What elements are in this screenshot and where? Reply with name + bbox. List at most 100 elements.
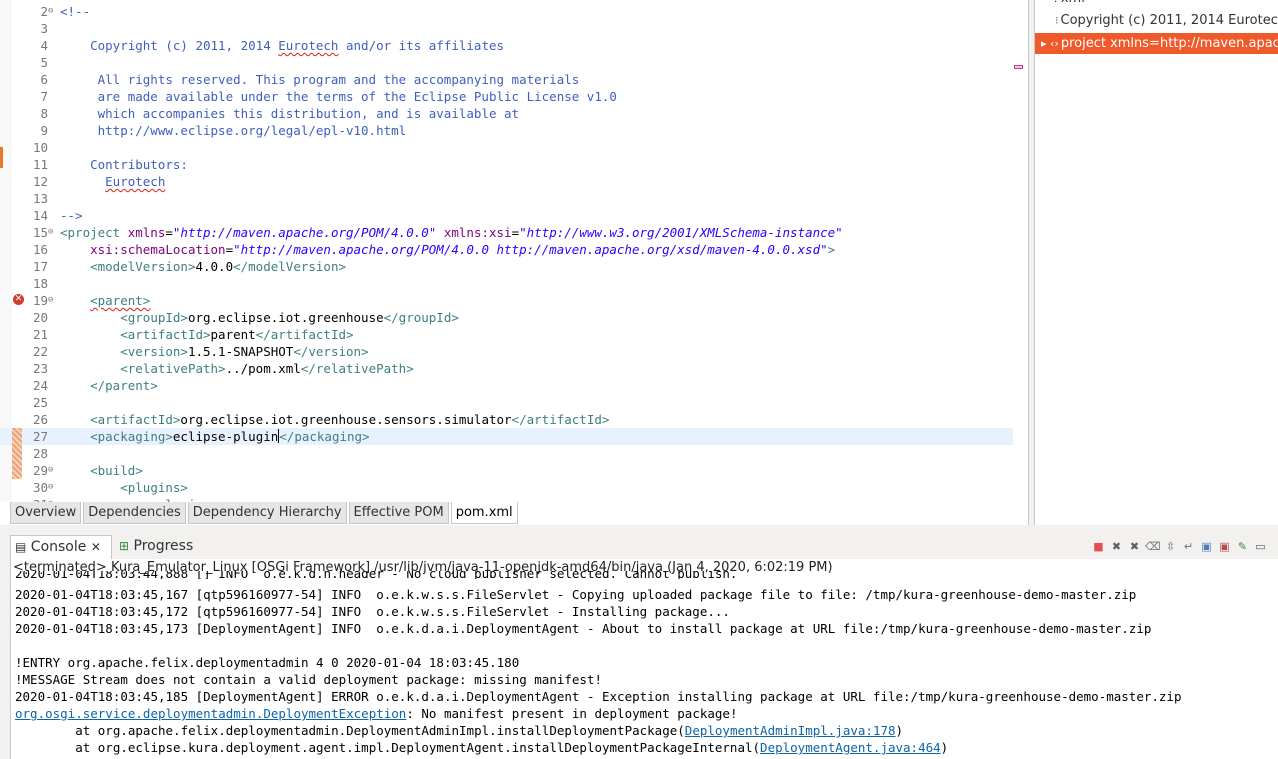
- scroll-lock-icon[interactable]: ⇳: [1163, 539, 1178, 554]
- code-text: <groupId>org.eclipse.iot.greenhouse</gro…: [60, 309, 459, 326]
- code-token: =: [511, 225, 520, 240]
- outline-item[interactable]: ⁝Copyright (c) 2011, 2014 Eurotech and/o…: [1035, 10, 1278, 31]
- overview-ruler-marker[interactable]: [1014, 65, 1023, 69]
- code-token: http://www.eclipse.org/legal/epl-v10.htm…: [60, 123, 407, 138]
- code-token: Eurotech: [105, 174, 166, 189]
- remove-all-launches-icon[interactable]: ✖: [1127, 539, 1142, 554]
- fold-toggle-icon[interactable]: ⊖: [48, 224, 56, 241]
- show-on-stderr-icon[interactable]: ▣: [1217, 539, 1232, 554]
- code-token: org.eclipse.iot.greenhouse.sensors.simul…: [180, 412, 512, 427]
- code-token: <project: [60, 225, 128, 240]
- tab-progress[interactable]: ⊞ Progress: [117, 535, 193, 559]
- code-token: 4.0.0: [195, 259, 234, 274]
- code-line: 7 are made available under the terms of …: [0, 88, 1013, 105]
- console-line: !MESSAGE Stream does not contain a valid…: [15, 671, 602, 688]
- code-token: <modelVersion>: [90, 259, 196, 274]
- fold-toggle-icon[interactable]: ⊖: [48, 479, 56, 496]
- code-line: 25: [0, 394, 1013, 411]
- code-token: </artifactId>: [255, 327, 354, 342]
- clear-console-icon[interactable]: ⌫: [1145, 539, 1161, 554]
- code-token: =: [165, 225, 173, 240]
- code-line: 4 Copyright (c) 2011, 2014 Eurotech and/…: [0, 37, 1013, 54]
- console-output[interactable]: <terminated> Kura_Emulator_Linux [OSGi F…: [10, 559, 1278, 759]
- terminate-icon[interactable]: ■: [1091, 539, 1106, 554]
- code-line: 2 ⊖ <!--: [0, 3, 1013, 20]
- line-number: 16: [32, 242, 48, 257]
- outline-item-partial[interactable]: ?xml: [1035, 0, 1278, 9]
- tab-effective-pom[interactable]: Effective POM: [348, 502, 449, 524]
- change-marker: [12, 462, 22, 479]
- line-number: 20: [32, 310, 48, 325]
- code-line: 13: [0, 190, 1013, 207]
- line-number: 25: [32, 395, 48, 410]
- remove-launch-icon[interactable]: ✖: [1109, 539, 1124, 554]
- code-line: 27 <packaging>eclipse-plugin</packaging>: [0, 428, 1013, 445]
- pom-editor: 2 ⊖ <!-- 3 4 Copyright (c) 2011, 2014 Eurote…: [0, 0, 1029, 525]
- word-wrap-icon[interactable]: ↵: [1181, 539, 1196, 554]
- code-token: and/or its affiliates: [338, 38, 505, 53]
- console-text: 2020-01-04T18:03:45,167 [qtp596160977-54…: [15, 587, 1137, 602]
- tab-pom-xml[interactable]: pom.xml: [450, 502, 518, 524]
- tab-console-label: Console: [30, 539, 87, 555]
- line-number: 18: [32, 276, 48, 291]
- code-line: 23 <relativePath>../pom.xml</relativePat…: [0, 360, 1013, 377]
- code-line: 8 which accompanies this distribution, a…: [0, 105, 1013, 122]
- line-number: 3: [40, 21, 48, 36]
- code-line: 22 <version>1.5.1-SNAPSHOT</version>: [0, 343, 1013, 360]
- code-line: 9 http://www.eclipse.org/legal/epl-v10.h…: [0, 122, 1013, 139]
- code-token: Copyright (c) 2011, 2014: [60, 38, 279, 53]
- console-line: at org.eclipse.kura.deployment.agent.imp…: [15, 739, 948, 756]
- code-text: <build>: [60, 462, 143, 479]
- code-token: <parent>: [90, 293, 151, 308]
- console-line: org.osgi.service.deploymentadmin.Deploym…: [15, 705, 737, 722]
- line-number: 6: [40, 72, 48, 87]
- code-line: 14 -->: [0, 207, 1013, 224]
- code-line: 12 Eurotech: [0, 173, 1013, 190]
- code-token: <groupId>: [120, 310, 188, 325]
- progress-icon: ⊞: [119, 539, 130, 553]
- code-text: <!--: [60, 3, 90, 20]
- code-token: xmlns: [127, 225, 166, 240]
- close-icon[interactable]: ✕: [91, 540, 101, 554]
- stacktrace-link[interactable]: org.osgi.service.deploymentadmin.Deploym…: [15, 706, 406, 721]
- tab-dependency-hierarchy[interactable]: Dependency Hierarchy: [187, 502, 347, 524]
- code-token: <packaging>: [90, 429, 173, 444]
- console-line: !ENTRY org.apache.felix.deploymentadmin …: [15, 654, 519, 671]
- console-text: : No manifest present in deployment pack…: [406, 706, 738, 721]
- show-on-stdout-icon[interactable]: ▣: [1199, 539, 1214, 554]
- line-number: 28: [32, 446, 48, 461]
- pin-console-icon[interactable]: ✎: [1235, 539, 1250, 554]
- source-editor[interactable]: 2 ⊖ <!-- 3 4 Copyright (c) 2011, 2014 Eurote…: [0, 0, 1026, 502]
- fold-toggle-icon[interactable]: ⊖: [48, 462, 56, 479]
- code-line: 16 xsi:schemaLocation="http://maven.apac…: [0, 241, 1013, 258]
- editor-page-tabs: Overview Dependencies Dependency Hierarchy…: [10, 502, 520, 524]
- code-token: 1.5.1-SNAPSHOT: [187, 344, 294, 359]
- code-text: Contributors:: [60, 156, 188, 173]
- display-console-icon[interactable]: ▭: [1253, 539, 1268, 554]
- line-number: 29: [32, 463, 48, 478]
- stacktrace-link[interactable]: DeploymentAdminImpl.java:178: [685, 723, 896, 738]
- code-text: All rights reserved. This program and th…: [60, 71, 580, 88]
- console-view-header: ▤ Console ✕ ⊞ Progress ■ ✖ ✖ ⌫ ⇳ ↵ ▣ ▣ ✎ ▭: [0, 533, 1278, 559]
- stacktrace-link[interactable]: DeploymentAgent.java:464: [760, 740, 941, 755]
- error-icon[interactable]: ✕: [13, 294, 24, 305]
- tab-dependencies[interactable]: Dependencies: [83, 502, 186, 524]
- fold-toggle-icon[interactable]: ⊖: [48, 292, 56, 309]
- tab-overview[interactable]: Overview: [10, 502, 82, 524]
- console-line: 2020-01-04T18:03:45,167 [qtp596160977-54…: [15, 586, 1136, 603]
- code-token: All rights reserved. This program and th…: [60, 72, 580, 87]
- code-line: 18: [0, 275, 1013, 292]
- code-token: Eurotech: [278, 38, 339, 53]
- tab-console[interactable]: ▤ Console ✕: [10, 535, 112, 559]
- code-text: which accompanies this distribution, and…: [60, 105, 519, 122]
- fold-toggle-icon[interactable]: ⊖: [48, 3, 56, 20]
- code-line: 30 ⊖ <plugins>: [0, 479, 1013, 496]
- line-number: 7: [40, 89, 48, 104]
- outline-item[interactable]: ▸ ‹›project xmlns=http://maven.apache.or…: [1035, 33, 1278, 54]
